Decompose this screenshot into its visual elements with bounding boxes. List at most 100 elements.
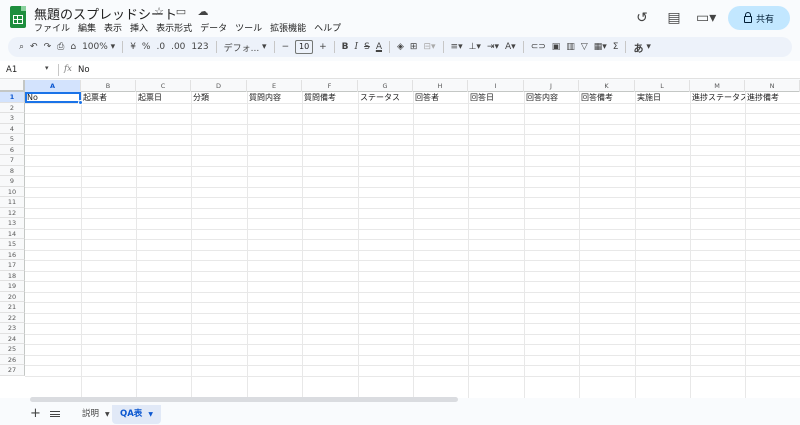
select-all-corner[interactable] — [0, 80, 25, 92]
header-cell[interactable]: 回答備考 — [579, 92, 635, 103]
menu-item[interactable]: ヘルプ — [314, 21, 341, 34]
row-header[interactable]: 8 — [0, 165, 25, 176]
row-header[interactable]: 21 — [0, 302, 25, 313]
chevron-down-icon[interactable]: ▼ — [105, 405, 110, 424]
column-header[interactable]: M — [690, 80, 745, 92]
row-header[interactable]: 24 — [0, 333, 25, 344]
row-header[interactable]: 19 — [0, 281, 25, 292]
fill-color-icon[interactable]: ◈ — [394, 37, 407, 57]
font-select[interactable]: デフォ... ▾ — [221, 37, 270, 57]
undo-icon[interactable]: ↶ — [27, 37, 41, 57]
currency-format-button[interactable]: ¥ — [127, 37, 139, 57]
row-header[interactable]: 7 — [0, 155, 25, 166]
column-header[interactable]: N — [745, 80, 800, 92]
column-header[interactable]: L — [635, 80, 690, 92]
header-cell[interactable]: 実施日 — [635, 92, 690, 103]
sheets-logo-icon[interactable] — [10, 6, 26, 28]
column-header[interactable]: E — [247, 80, 302, 92]
row-header[interactable]: 25 — [0, 344, 25, 355]
menu-item[interactable]: データ — [200, 21, 227, 34]
row-header[interactable]: 9 — [0, 176, 25, 187]
borders-icon[interactable]: ⊞ — [407, 37, 421, 57]
increase-decimal-button[interactable]: .00 — [168, 37, 188, 57]
menu-item[interactable]: 表示形式 — [156, 21, 192, 34]
header-cell[interactable]: 回答内容 — [524, 92, 579, 103]
menu-item[interactable]: ツール — [235, 21, 262, 34]
row-header[interactable]: 4 — [0, 123, 25, 134]
fill-handle[interactable] — [78, 100, 83, 105]
search-menus-icon[interactable]: ⌕ — [16, 37, 27, 57]
column-header[interactable]: D — [191, 80, 247, 92]
chevron-down-icon[interactable]: ▼ — [148, 405, 153, 424]
formula-input[interactable]: No — [78, 65, 90, 75]
functions-button[interactable]: Σ — [610, 37, 622, 57]
column-header[interactable]: I — [468, 80, 524, 92]
vertical-align-icon[interactable]: ⊥▾ — [466, 37, 484, 57]
font-size-increase-button[interactable]: + — [316, 37, 330, 57]
header-cell[interactable]: 進捗ステータス — [690, 92, 745, 103]
bold-button[interactable]: B — [339, 37, 352, 57]
header-cell[interactable]: ステータス — [358, 92, 413, 103]
menu-item[interactable]: 表示 — [104, 21, 122, 34]
row-header[interactable]: 27 — [0, 365, 25, 376]
column-header[interactable]: A — [25, 80, 81, 92]
star-icon[interactable]: ☆ — [152, 5, 166, 18]
row-header[interactable]: 2 — [0, 102, 25, 113]
column-header[interactable]: K — [579, 80, 635, 92]
row-header[interactable]: 16 — [0, 249, 25, 260]
print-icon[interactable]: ⎙ — [54, 37, 67, 57]
column-header[interactable]: H — [413, 80, 468, 92]
row-header[interactable]: 1 — [0, 92, 25, 103]
merge-cells-icon[interactable]: ⊟▾ — [420, 37, 438, 57]
insert-link-icon[interactable]: ⊂⊃ — [528, 37, 549, 57]
add-sheet-icon[interactable]: + — [30, 406, 41, 421]
header-cell[interactable]: 質問備考 — [302, 92, 358, 103]
decrease-decimal-button[interactable]: .0 — [153, 37, 168, 57]
row-header[interactable]: 13 — [0, 218, 25, 229]
move-folder-icon[interactable]: ▭ — [174, 5, 188, 18]
header-cell[interactable]: 起票者 — [81, 92, 136, 103]
input-tools-button[interactable]: あ ▾ — [630, 37, 653, 57]
header-cell[interactable]: 進捗備考 — [745, 92, 800, 103]
sheet-grid[interactable]: A B C D E F G H I J K L M N 1 2 3 4 5 6 7 8 9 10 11 12 13 14 15 16 17 1… — [0, 80, 800, 398]
column-header[interactable]: G — [358, 80, 413, 92]
sheet-tab-qa[interactable]: QA表 ▼ — [112, 405, 161, 424]
row-header[interactable]: 18 — [0, 270, 25, 281]
column-header[interactable]: C — [136, 80, 191, 92]
row-header[interactable]: 23 — [0, 323, 25, 334]
header-cell[interactable]: 質問内容 — [247, 92, 302, 103]
more-formats-button[interactable]: 123 — [188, 37, 211, 57]
name-box-dropdown-icon[interactable]: ▾ — [45, 64, 49, 72]
all-sheets-icon[interactable] — [50, 411, 60, 417]
menu-item[interactable]: 挿入 — [130, 21, 148, 34]
header-cell[interactable]: 回答者 — [413, 92, 468, 103]
redo-icon[interactable]: ↷ — [41, 37, 55, 57]
insert-comment-icon[interactable]: ▣ — [549, 37, 564, 57]
row-header[interactable]: 17 — [0, 260, 25, 271]
row-header[interactable]: 12 — [0, 207, 25, 218]
row-header[interactable]: 15 — [0, 239, 25, 250]
version-history-icon[interactable]: ↺ — [632, 8, 652, 28]
comments-icon[interactable]: ▤ — [664, 8, 684, 28]
menu-item[interactable]: 編集 — [78, 21, 96, 34]
header-cell[interactable]: 回答日 — [468, 92, 524, 103]
percent-format-button[interactable]: % — [139, 37, 154, 57]
row-header[interactable]: 10 — [0, 186, 25, 197]
header-cell[interactable]: 起票日 — [136, 92, 191, 103]
text-rotation-icon[interactable]: A▾ — [502, 37, 519, 57]
filter-icon[interactable]: ▽ — [578, 37, 591, 57]
row-header[interactable]: 6 — [0, 144, 25, 155]
filter-views-icon[interactable]: ▦▾ — [591, 37, 610, 57]
horizontal-align-icon[interactable]: ≡▾ — [448, 37, 466, 57]
text-wrap-icon[interactable]: ⇥▾ — [484, 37, 502, 57]
paint-format-icon[interactable]: ⌂ — [67, 37, 79, 57]
header-cell[interactable]: 分類 — [191, 92, 247, 103]
column-header[interactable]: F — [302, 80, 358, 92]
cloud-status-icon[interactable]: ☁ — [196, 5, 210, 18]
row-header[interactable]: 11 — [0, 197, 25, 208]
column-header[interactable]: J — [524, 80, 579, 92]
font-size-decrease-button[interactable]: − — [279, 37, 293, 57]
zoom-select[interactable]: 100% ▾ — [79, 37, 118, 57]
strikethrough-button[interactable]: S — [361, 37, 373, 57]
column-header[interactable]: B — [81, 80, 136, 92]
